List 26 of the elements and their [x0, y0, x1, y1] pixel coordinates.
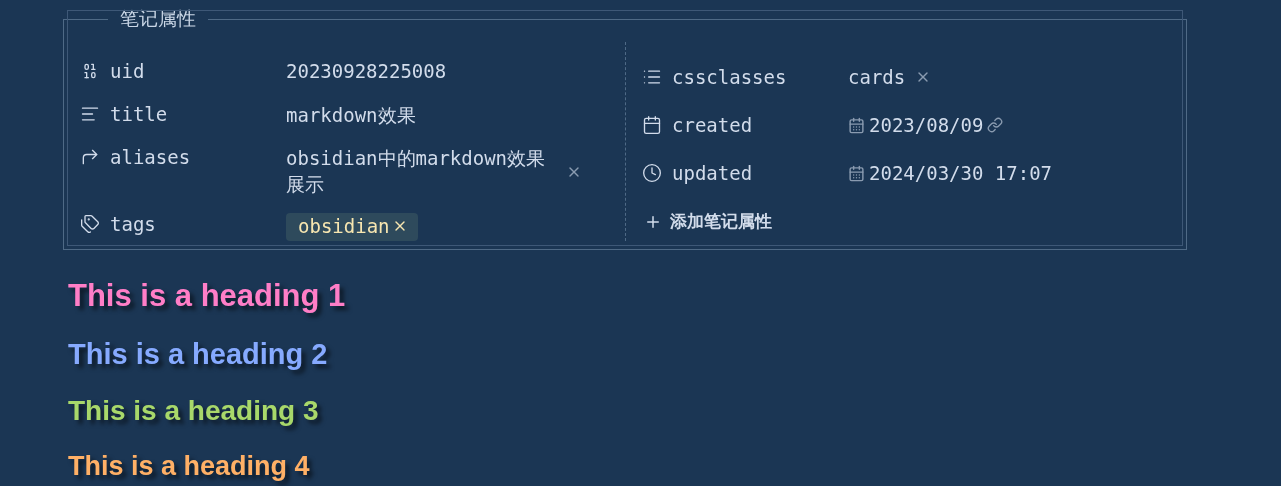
property-name: uid — [110, 60, 145, 82]
calendar-icon — [642, 115, 662, 135]
list-item[interactable]: cards — [848, 66, 906, 88]
calendar-icon[interactable] — [848, 116, 865, 134]
property-name: cssclasses — [672, 66, 787, 88]
property-name: created — [672, 114, 753, 136]
tags-icon — [80, 214, 100, 234]
list-item[interactable]: obsidian中的markdown效果展示 — [286, 146, 556, 198]
add-property-button[interactable]: 添加笔记属性 — [642, 210, 1172, 233]
calendar-icon[interactable] — [848, 164, 865, 182]
heading: This is a heading 4 — [68, 451, 311, 483]
heading: This is a heading 3 — [68, 395, 320, 428]
clock-icon — [642, 163, 662, 183]
heading: This is a heading 1 — [68, 278, 347, 314]
date-value[interactable]: 2024/03/30 17:07 — [869, 162, 1053, 184]
arrow-icon — [80, 147, 100, 167]
property-name: updated — [672, 162, 753, 184]
heading: This is a heading 2 — [68, 337, 329, 371]
property-value[interactable]: 20230928225008 — [286, 60, 447, 82]
link-icon[interactable] — [987, 117, 1004, 133]
property-name: title — [110, 103, 168, 125]
tag-pill[interactable]: obsidian — [286, 213, 418, 241]
property-name: tags — [110, 213, 156, 235]
property-value[interactable]: markdown效果 — [286, 103, 416, 129]
property-name: aliases — [110, 146, 191, 168]
date-value[interactable]: 2023/08/09 — [869, 114, 984, 136]
